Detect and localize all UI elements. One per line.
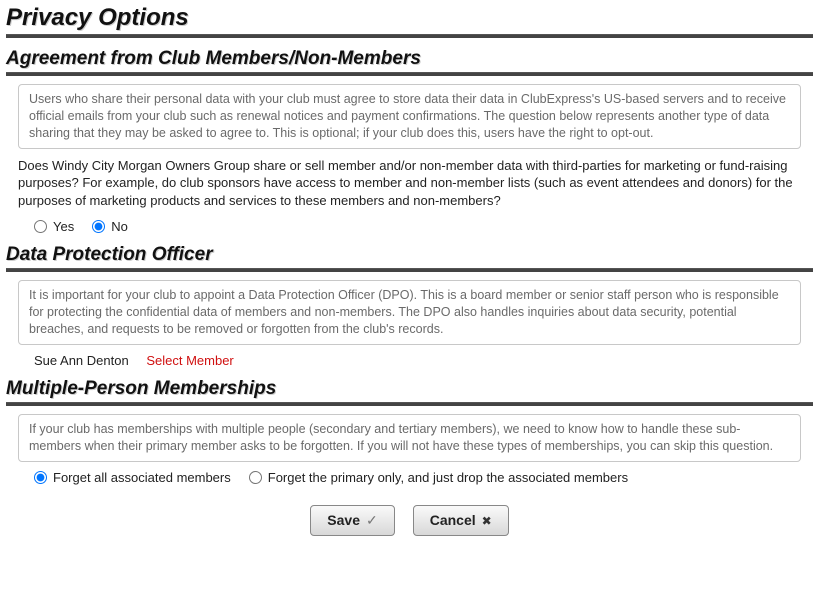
cancel-button[interactable]: Cancel <box>413 505 509 536</box>
dpo-info-box: It is important for your club to appoint… <box>18 280 801 345</box>
section-heading-dpo: Data Protection Officer <box>6 244 813 266</box>
multi-forget-all-option[interactable]: Forget all associated members <box>34 470 231 485</box>
multi-forget-primary-option[interactable]: Forget the primary only, and just drop t… <box>249 470 628 485</box>
save-button-label: Save <box>327 512 360 528</box>
agreement-radio-group: Yes No <box>34 219 813 234</box>
save-button[interactable]: Save <box>310 505 394 536</box>
action-button-row: Save Cancel <box>6 505 813 536</box>
dpo-member-name: Sue Ann Denton <box>34 353 129 368</box>
multi-radio-group: Forget all associated members Forget the… <box>34 470 813 485</box>
agreement-yes-label: Yes <box>53 219 74 234</box>
multi-forget-all-label: Forget all associated members <box>53 470 231 485</box>
section-rule-multi <box>6 402 813 406</box>
multi-forget-primary-radio[interactable] <box>249 471 262 484</box>
section-heading-agreement: Agreement from Club Members/Non-Members <box>6 48 813 70</box>
close-icon <box>482 512 492 528</box>
agreement-yes-option[interactable]: Yes <box>34 219 74 234</box>
page-title: Privacy Options <box>6 4 813 32</box>
section-rule-dpo <box>6 268 813 272</box>
title-rule <box>6 34 813 38</box>
agreement-no-label: No <box>111 219 128 234</box>
multi-forget-primary-label: Forget the primary only, and just drop t… <box>268 470 628 485</box>
agreement-info-box: Users who share their personal data with… <box>18 84 801 149</box>
dpo-member-row: Sue Ann Denton Select Member <box>34 353 813 368</box>
check-icon <box>366 512 378 529</box>
agreement-no-option[interactable]: No <box>92 219 128 234</box>
section-rule-agreement <box>6 72 813 76</box>
cancel-button-label: Cancel <box>430 512 476 528</box>
agreement-yes-radio[interactable] <box>34 220 47 233</box>
select-member-link[interactable]: Select Member <box>146 353 233 368</box>
multi-info-box: If your club has memberships with multip… <box>18 414 801 462</box>
multi-forget-all-radio[interactable] <box>34 471 47 484</box>
section-heading-multi: Multiple-Person Memberships <box>6 378 813 400</box>
agreement-no-radio[interactable] <box>92 220 105 233</box>
agreement-question: Does Windy City Morgan Owners Group shar… <box>18 157 813 210</box>
